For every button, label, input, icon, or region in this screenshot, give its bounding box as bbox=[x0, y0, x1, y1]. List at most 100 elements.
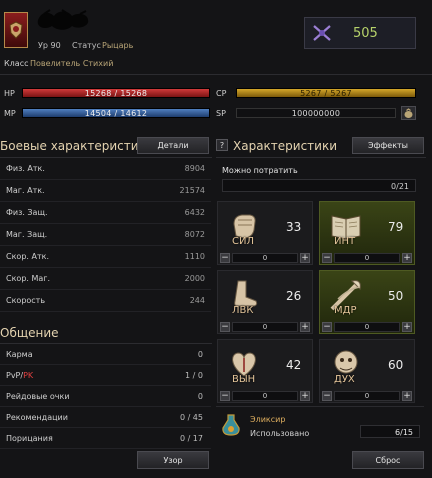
minus-button[interactable]: − bbox=[322, 322, 332, 332]
reset-button[interactable]: Сброс bbox=[352, 451, 424, 469]
stat-value: 244 bbox=[189, 296, 205, 305]
combat-stats-title: Боевые характеристики bbox=[0, 139, 154, 153]
attribute-stepper: − 0 + bbox=[322, 322, 412, 332]
attribute-name: ИНТ bbox=[334, 236, 356, 247]
pvp-value: 1 / 0 bbox=[185, 371, 203, 380]
attribute-stepper: − 0 + bbox=[322, 253, 412, 263]
points-to-spend-label: Можно потратить bbox=[222, 166, 298, 175]
stat-value: 1110 bbox=[184, 252, 205, 261]
elixir-used-label: Использовано bbox=[250, 429, 310, 438]
social-title: Общение bbox=[0, 326, 59, 340]
stat-value: 21574 bbox=[179, 186, 205, 195]
mp-bar: 14504 / 14612 bbox=[22, 108, 210, 118]
attribute-add-field[interactable]: 0 bbox=[334, 391, 400, 401]
minus-button[interactable]: − bbox=[220, 322, 230, 332]
stat-value: 6432 bbox=[184, 208, 205, 217]
attribute-name: ВЫН bbox=[232, 374, 256, 385]
attribute-stepper: − 0 + bbox=[322, 391, 412, 401]
minus-button[interactable]: − bbox=[322, 253, 332, 263]
stat-row-pdef: Физ. Защ. 6432 bbox=[0, 202, 211, 224]
attribute-value: 79 bbox=[388, 220, 404, 234]
elixir-used-field: 6/15 bbox=[360, 425, 420, 438]
class-crest-icon bbox=[9, 21, 23, 39]
raid-row: Рейдовые очки 0 bbox=[0, 386, 211, 407]
status-label: Статус bbox=[72, 41, 101, 50]
pattern-button[interactable]: Узор bbox=[137, 451, 209, 469]
attribute-int: ИНТ 79 − 0 + bbox=[319, 201, 415, 265]
censure-value: 0 / 17 bbox=[179, 434, 203, 443]
pvp-label: PvP/PK bbox=[6, 371, 34, 380]
attribute-value: 60 bbox=[388, 358, 404, 372]
pouch-icon bbox=[404, 108, 413, 118]
plus-button[interactable]: + bbox=[402, 391, 412, 401]
attribute-name: ЛВК bbox=[232, 305, 254, 316]
character-level: Ур 90 bbox=[38, 41, 61, 50]
crossed-swords-icon bbox=[313, 25, 331, 41]
minus-button[interactable]: − bbox=[220, 253, 230, 263]
attribute-value: 50 bbox=[388, 289, 404, 303]
attribute-dex: ЛВК 26 − 0 + bbox=[217, 270, 313, 334]
recommendations-label: Рекомендации bbox=[6, 413, 68, 422]
minus-button[interactable]: − bbox=[322, 391, 332, 401]
class-label: Класс bbox=[4, 59, 29, 68]
karma-value: 0 bbox=[197, 350, 203, 359]
characteristics-title: Характеристики bbox=[233, 139, 338, 153]
stat-label: Скорость bbox=[6, 296, 46, 305]
cp-bar: 5267 / 5267 bbox=[236, 88, 416, 98]
attribute-value: 26 bbox=[286, 289, 302, 303]
attribute-name: СИЛ bbox=[232, 236, 254, 247]
elixir-label: Эликсир bbox=[250, 415, 286, 424]
points-to-spend-field: 0/21 bbox=[222, 179, 416, 192]
effects-button[interactable]: Эффекты bbox=[352, 137, 424, 154]
attribute-stepper: − 0 + bbox=[220, 253, 310, 263]
help-icon[interactable]: ? bbox=[216, 139, 228, 151]
plus-button[interactable]: + bbox=[402, 253, 412, 263]
attribute-con: ВЫН 42 − 0 + bbox=[217, 339, 313, 403]
attribute-add-field[interactable]: 0 bbox=[232, 391, 298, 401]
class-value: Повелитель Стихий bbox=[30, 59, 114, 68]
cp-label: CP bbox=[216, 89, 227, 98]
plus-button[interactable]: + bbox=[300, 391, 310, 401]
minus-button[interactable]: − bbox=[220, 391, 230, 401]
attribute-wit: МДР 50 − 0 + bbox=[319, 270, 415, 334]
stat-label: Физ. Атк. bbox=[6, 164, 45, 173]
pk-label: PK bbox=[23, 371, 34, 380]
plus-button[interactable]: + bbox=[300, 253, 310, 263]
stat-label: Скор. Атк. bbox=[6, 252, 49, 261]
sp-bar: 100000000 bbox=[236, 108, 396, 118]
plus-button[interactable]: + bbox=[402, 322, 412, 332]
karma-label: Карма bbox=[6, 350, 33, 359]
raid-label: Рейдовые очки bbox=[6, 392, 70, 401]
attribute-men: ДУХ 60 − 0 + bbox=[319, 339, 415, 403]
censure-row: Порицания 0 / 17 bbox=[0, 428, 211, 449]
combat-power-box: 505 bbox=[304, 17, 416, 49]
attribute-add-field[interactable]: 0 bbox=[334, 322, 400, 332]
attribute-stepper: − 0 + bbox=[220, 391, 310, 401]
attribute-add-field[interactable]: 0 bbox=[334, 253, 400, 263]
stat-label: Маг. Защ. bbox=[6, 230, 48, 239]
stat-value: 8072 bbox=[184, 230, 205, 239]
mp-label: MP bbox=[4, 109, 16, 118]
censure-label: Порицания bbox=[6, 434, 53, 443]
combat-power-value: 505 bbox=[353, 25, 378, 41]
stat-value: 8904 bbox=[184, 164, 205, 173]
elixir-used-value: 6/15 bbox=[395, 428, 413, 437]
stat-label: Скор. Маг. bbox=[6, 274, 51, 283]
recommendations-row: Рекомендации 0 / 45 bbox=[0, 407, 211, 428]
attribute-name: МДР bbox=[334, 305, 357, 316]
plus-button[interactable]: + bbox=[300, 322, 310, 332]
sp-pouch-button[interactable] bbox=[401, 106, 416, 120]
attribute-value: 33 bbox=[286, 220, 302, 234]
attribute-stepper: − 0 + bbox=[220, 322, 310, 332]
header-divider bbox=[0, 74, 432, 75]
stat-row-speed: Скорость 244 bbox=[0, 290, 211, 312]
attribute-add-field[interactable]: 0 bbox=[232, 322, 298, 332]
characteristics-divider bbox=[216, 157, 426, 158]
stat-label: Физ. Защ. bbox=[6, 208, 48, 217]
points-to-spend-value: 0/21 bbox=[391, 182, 409, 191]
attribute-add-field[interactable]: 0 bbox=[232, 253, 298, 263]
hp-label: HP bbox=[4, 89, 15, 98]
details-button[interactable]: Детали bbox=[137, 137, 209, 154]
stat-row-matk: Маг. Атк. 21574 bbox=[0, 180, 211, 202]
karma-row: Карма 0 bbox=[0, 344, 211, 365]
